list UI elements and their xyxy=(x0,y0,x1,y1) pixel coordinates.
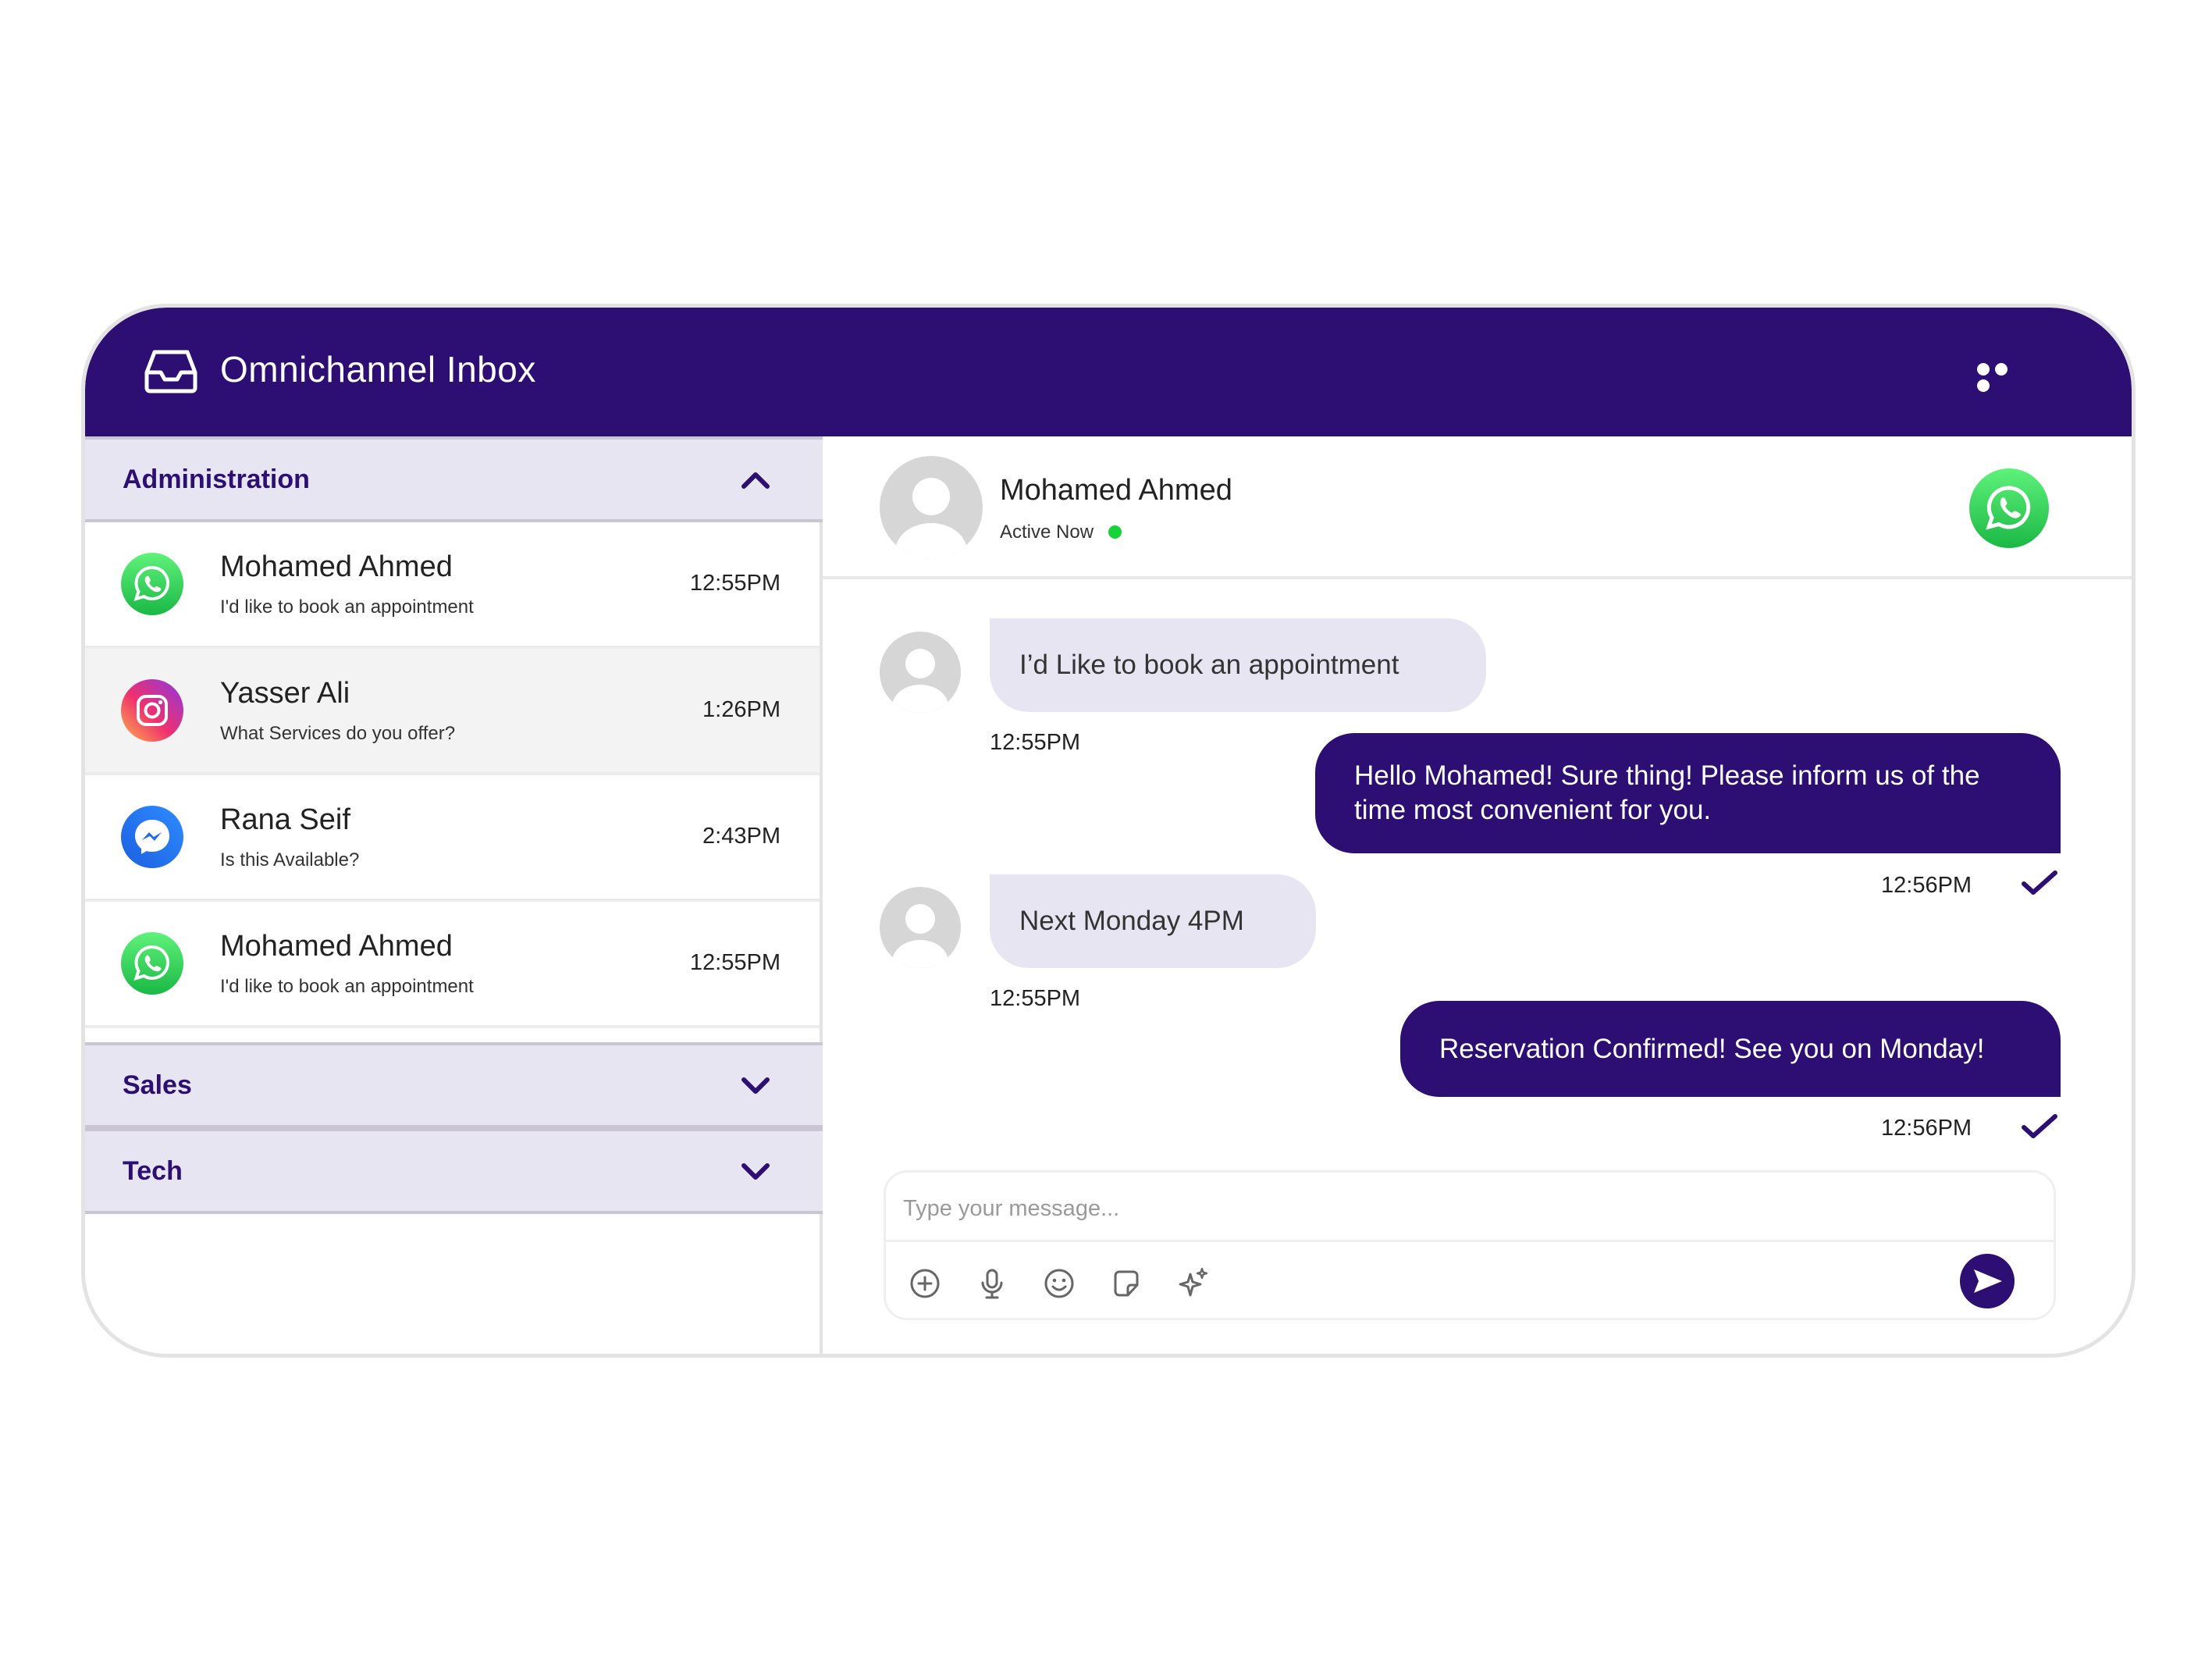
inbox-icon xyxy=(144,350,197,393)
group-label: Tech xyxy=(123,1156,183,1186)
instagram-icon xyxy=(121,679,183,742)
contact-name: Mohamed Ahmed xyxy=(220,550,453,583)
message-preview: I'd like to book an appointment xyxy=(220,976,474,997)
chevron-down-icon xyxy=(741,1077,770,1094)
send-icon xyxy=(1974,1269,2002,1293)
chat-panel: Mohamed Ahmed Active Now I’d Like to boo… xyxy=(823,436,2132,1354)
conversation-item[interactable]: Yasser Ali What Services do you offer? 1… xyxy=(85,649,820,775)
chat-contact-name: Mohamed Ahmed xyxy=(1000,474,1232,507)
composer-divider xyxy=(886,1240,2054,1242)
read-check-icon xyxy=(2022,870,2057,895)
message-time: 12:55PM xyxy=(990,986,1081,1011)
app-title: Omnichannel Inbox xyxy=(220,349,536,390)
app-header: Omnichannel Inbox xyxy=(85,308,2132,436)
conversation-time: 12:55PM xyxy=(689,950,781,975)
message-time: 12:55PM xyxy=(990,730,1081,755)
message-preview: Is this Available? xyxy=(220,849,360,870)
conversation-time: 2:43PM xyxy=(702,824,781,849)
avatar xyxy=(880,632,961,713)
avatar[interactable] xyxy=(880,456,983,559)
chevron-down-icon xyxy=(741,1163,770,1180)
microphone-icon[interactable] xyxy=(975,1266,1009,1301)
messenger-icon xyxy=(121,806,183,868)
incoming-message: I’d Like to book an appointment xyxy=(990,618,1486,712)
read-check-icon xyxy=(2022,1114,2057,1138)
group-header-tech[interactable]: Tech xyxy=(85,1128,823,1214)
add-icon[interactable] xyxy=(908,1266,942,1301)
conversation-item[interactable]: Rana Seif Is this Available? 2:43PM xyxy=(85,775,820,902)
message-text: I’d Like to book an appointment xyxy=(1019,650,1399,680)
contact-name: Yasser Ali xyxy=(220,677,350,710)
presence-status: Active Now xyxy=(1000,522,1094,543)
avatar xyxy=(880,887,961,968)
whatsapp-icon[interactable] xyxy=(1968,468,2050,549)
group-header-administration[interactable]: Administration xyxy=(85,436,823,522)
conversation-time: 12:55PM xyxy=(689,571,781,596)
message-text: Reservation Confirmed! See you on Monday… xyxy=(1439,1033,1985,1064)
message-time: 12:56PM xyxy=(1881,1116,1972,1141)
group-header-sales[interactable]: Sales xyxy=(85,1042,823,1128)
emoji-icon[interactable] xyxy=(1042,1266,1076,1301)
message-time: 12:56PM xyxy=(1881,873,1972,898)
omnichannel-inbox-window: Omnichannel Inbox Administration Mohamed… xyxy=(81,304,2136,1358)
outgoing-message: Reservation Confirmed! See you on Monday… xyxy=(1400,1001,2061,1097)
message-text: Hello Mohamed! Sure thing! Please inform… xyxy=(1354,760,1980,825)
message-input[interactable] xyxy=(902,1184,1841,1234)
conversation-item[interactable]: Mohamed Ahmed I'd like to book an appoin… xyxy=(85,522,820,649)
send-button[interactable] xyxy=(1960,1254,2015,1308)
outgoing-message: Hello Mohamed! Sure thing! Please inform… xyxy=(1315,733,2061,853)
conversation-time: 1:26PM xyxy=(702,697,781,722)
online-indicator xyxy=(1108,525,1122,539)
whatsapp-icon xyxy=(121,553,183,615)
chat-header: Mohamed Ahmed Active Now xyxy=(823,436,2132,579)
message-composer xyxy=(884,1170,2056,1320)
incoming-message: Next Monday 4PM xyxy=(990,874,1316,968)
whatsapp-icon xyxy=(121,932,183,995)
chevron-up-icon xyxy=(741,472,770,489)
group-label: Administration xyxy=(123,465,310,494)
contact-name: Rana Seif xyxy=(220,803,350,836)
sparkle-icon[interactable] xyxy=(1176,1266,1211,1301)
message-preview: What Services do you offer? xyxy=(220,723,456,744)
sticker-icon[interactable] xyxy=(1109,1266,1143,1301)
conversation-list-panel: Administration Mohamed Ahmed I'd like to… xyxy=(85,436,823,1354)
more-options-icon[interactable] xyxy=(1977,363,2030,392)
conversation-item[interactable]: Mohamed Ahmed I'd like to book an appoin… xyxy=(85,902,820,1028)
contact-name: Mohamed Ahmed xyxy=(220,930,453,963)
message-text: Next Monday 4PM xyxy=(1019,906,1244,936)
message-preview: I'd like to book an appointment xyxy=(220,596,474,618)
group-label: Sales xyxy=(123,1070,192,1100)
